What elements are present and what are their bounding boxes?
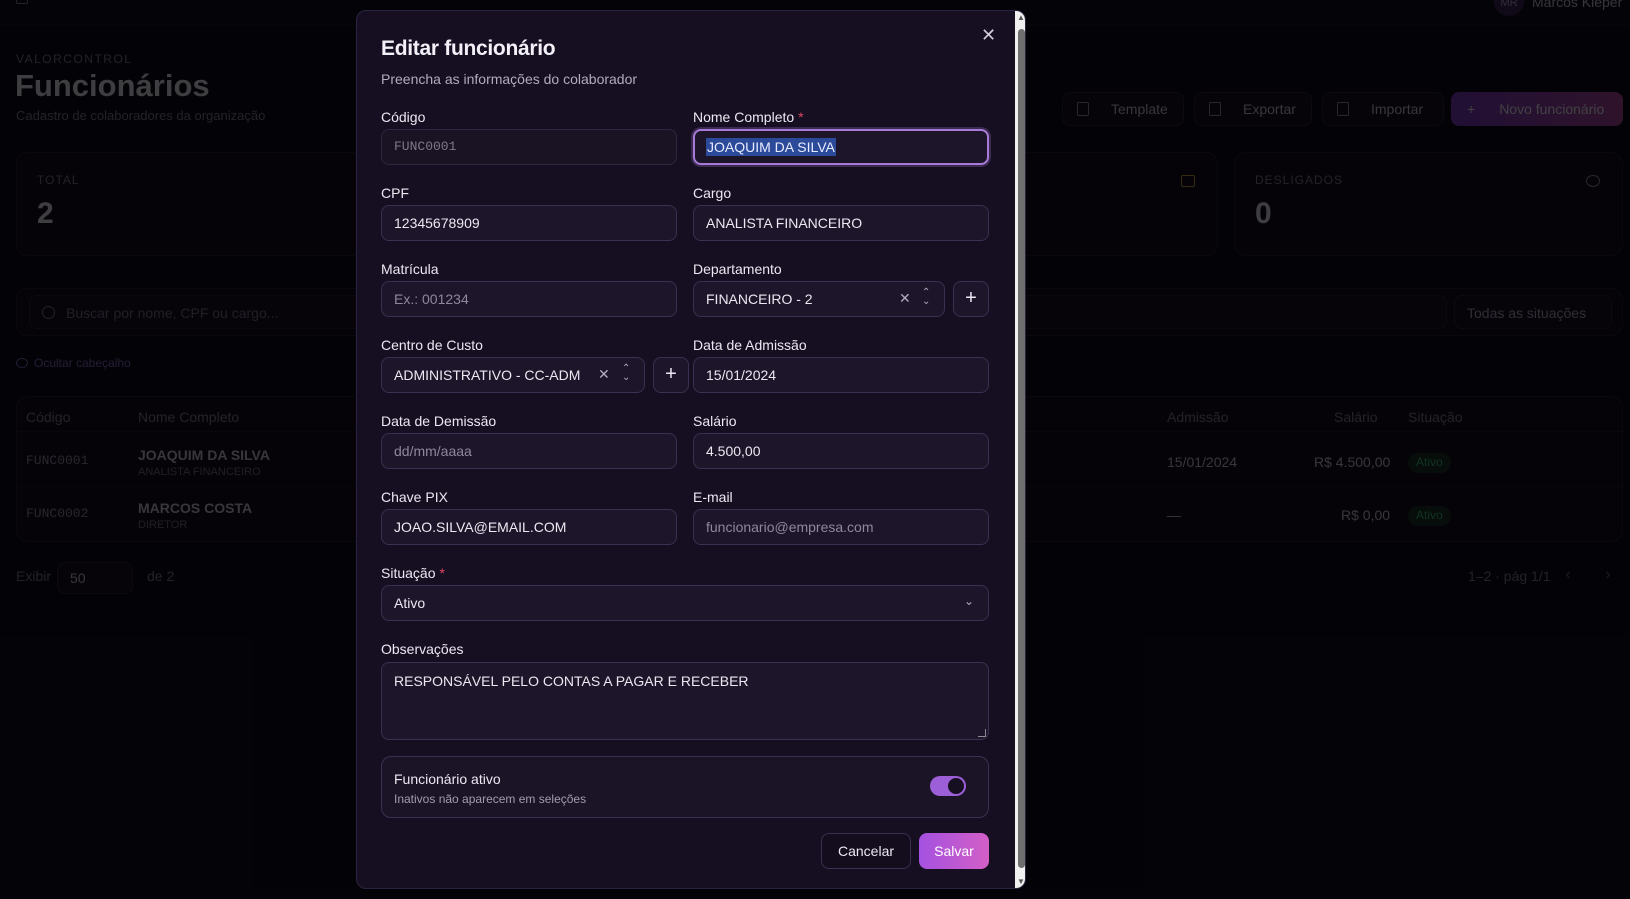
chevrons-up-down-icon: ⌃ ⌄ <box>622 363 631 383</box>
chevrons-up-down-icon: ⌃ ⌄ <box>922 287 931 307</box>
admission-date-field[interactable]: 15/01/2024 <box>693 357 989 393</box>
department-label: Departamento <box>693 261 782 277</box>
salary-field[interactable]: 4.500,00 <box>693 433 989 469</box>
close-icon[interactable]: ✕ <box>981 25 996 46</box>
cpf-label: CPF <box>381 185 409 201</box>
scrollbar-thumb[interactable] <box>1018 29 1025 868</box>
dismissal-date-field[interactable]: dd/mm/aaaa <box>381 433 677 469</box>
switch-subtitle: Inativos não aparecem em seleções <box>394 792 587 806</box>
chevron-down-icon: ⌄ <box>963 594 974 608</box>
add-department-button[interactable]: + <box>953 281 989 317</box>
active-toggle[interactable] <box>930 776 966 796</box>
cancel-button[interactable]: Cancelar <box>821 833 911 869</box>
name-label: Nome Completo * <box>693 109 804 125</box>
toggle-knob <box>948 778 964 794</box>
pix-label: Chave PIX <box>381 489 448 505</box>
status-select[interactable]: Ativo ⌄ <box>381 585 989 621</box>
pix-key-field[interactable]: JOAO.SILVA@EMAIL.COM <box>381 509 677 545</box>
switch-title: Funcionário ativo <box>394 771 501 787</box>
scroll-up-arrow[interactable]: ▲ <box>1017 13 1025 22</box>
department-select[interactable]: FINANCEIRO - 2 ✕ ⌃ ⌄ <box>693 281 945 317</box>
cost-center-select[interactable]: ADMINISTRATIVO - CC-ADM ✕ ⌃ ⌄ <box>381 357 645 393</box>
notes-textarea[interactable]: RESPONSÁVEL PELO CONTAS A PAGAR E RECEBE… <box>381 662 989 740</box>
email-field[interactable]: funcionario@empresa.com <box>693 509 989 545</box>
resize-handle[interactable] <box>978 729 986 737</box>
notes-label: Observações <box>381 641 464 657</box>
clear-icon[interactable]: ✕ <box>899 290 911 307</box>
admission-label: Data de Admissão <box>693 337 807 353</box>
dialog-subtitle: Preencha as informações do colaborador <box>381 71 638 87</box>
status-label: Situação * <box>381 565 445 581</box>
add-cost-center-button[interactable]: + <box>653 357 689 393</box>
cpf-field[interactable]: 12345678909 <box>381 205 677 241</box>
salary-label: Salário <box>693 413 737 429</box>
scroll-down-arrow[interactable]: ▼ <box>1017 877 1025 886</box>
edit-employee-dialog: Editar funcionário Preencha as informaçõ… <box>356 10 1026 889</box>
save-button[interactable]: Salvar <box>919 833 989 869</box>
registration-field[interactable]: Ex.: 001234 <box>381 281 677 317</box>
code-field: FUNC0001 <box>381 129 677 165</box>
clear-icon[interactable]: ✕ <box>598 366 610 383</box>
role-label: Cargo <box>693 185 732 201</box>
code-label: Código <box>381 109 426 125</box>
active-switch-row: Funcionário ativo Inativos não aparecem … <box>381 756 989 818</box>
dismissal-label: Data de Demissão <box>381 413 497 429</box>
role-field[interactable]: ANALISTA FINANCEIRO <box>693 205 989 241</box>
email-label: E-mail <box>693 489 733 505</box>
full-name-field[interactable]: JOAQUIM DA SILVA <box>693 129 989 165</box>
registration-label: Matrícula <box>381 261 439 277</box>
dialog-title: Editar funcionário <box>381 37 556 60</box>
cost-center-label: Centro de Custo <box>381 337 483 353</box>
